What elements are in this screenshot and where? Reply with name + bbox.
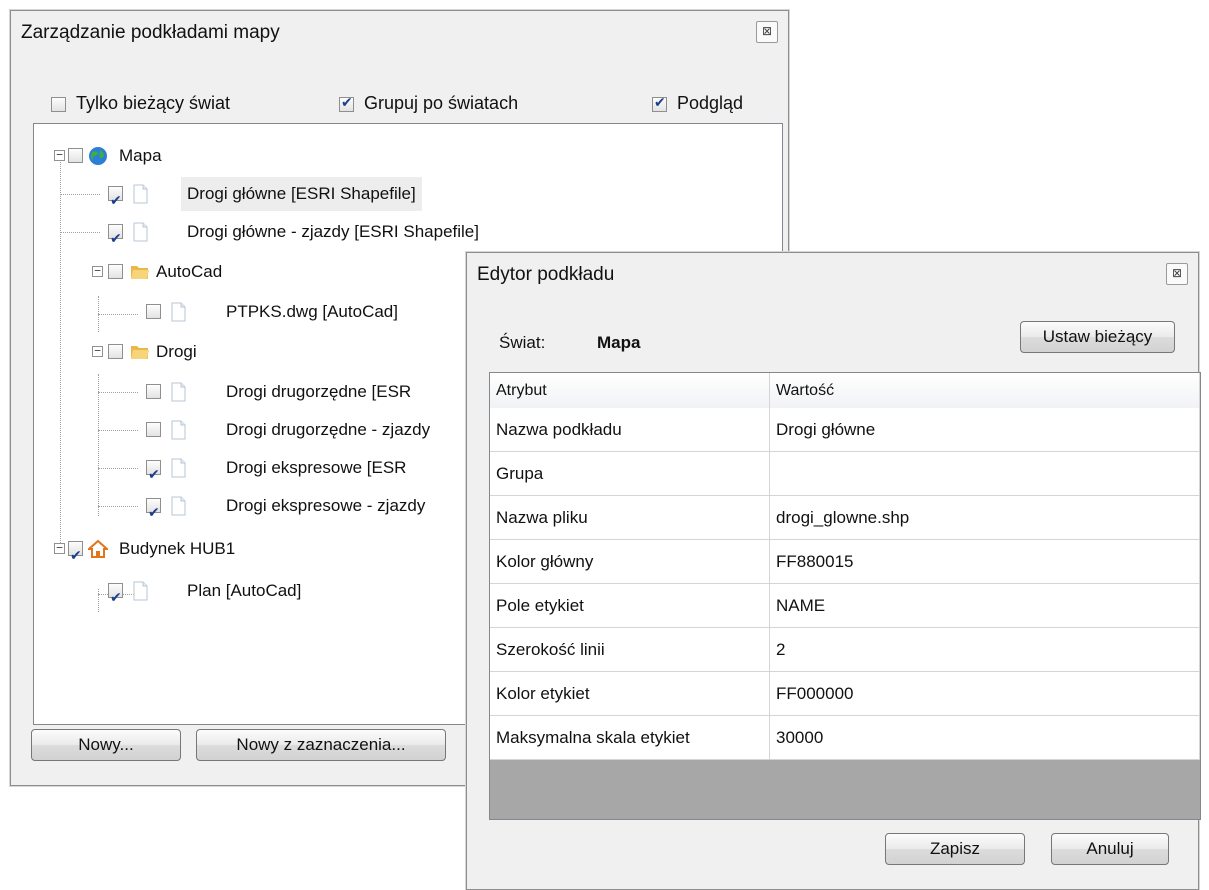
house-icon [88, 539, 108, 558]
tree-node-layer[interactable]: Drogi główne [ESRI Shapefile] [34, 177, 782, 218]
tree-checkbox[interactable] [108, 264, 123, 279]
tree-checkbox[interactable] [68, 539, 83, 573]
option-label: Tylko bieżący świat [76, 93, 231, 113]
attribute-value[interactable] [770, 452, 1200, 496]
tree-node-label: Drogi główne - zjazdy [ESRI Shapefile] [187, 222, 479, 241]
layer-editor-window: Edytor podkładu ⊠ Świat: Mapa Ustaw bież… [466, 252, 1201, 890]
collapse-toggle[interactable]: − [92, 265, 103, 277]
checkbox-preview[interactable] [652, 95, 667, 112]
option-current-world-only[interactable]: Tylko bieżący świat [51, 93, 230, 114]
file-icon [171, 302, 186, 322]
table-row[interactable]: Szerokość linii 2 [490, 628, 1200, 672]
attribute-grid[interactable]: Atrybut Wartość Nazwa podkładu Drogi głó… [489, 372, 1201, 820]
attribute-value[interactable]: FF880015 [770, 540, 1200, 584]
attribute-value[interactable]: Drogi główne [770, 408, 1200, 452]
tree-node-group-autocad[interactable]: − AutoCad [34, 255, 434, 289]
tree-checkbox[interactable] [146, 384, 161, 399]
tree-node-label: Drogi [156, 342, 197, 361]
file-icon [171, 496, 186, 516]
attribute-name: Grupa [490, 452, 770, 496]
attribute-value[interactable]: drogi_glowne.shp [770, 496, 1200, 540]
attribute-name: Szerokość linii [490, 628, 770, 672]
attribute-name: Nazwa pliku [490, 496, 770, 540]
window-title: Edytor podkładu [477, 264, 615, 285]
attribute-name: Kolor etykiet [490, 672, 770, 716]
save-button[interactable]: Zapisz [885, 833, 1025, 865]
tree-node-building[interactable]: − Budynek HUB1 [34, 532, 434, 573]
tree-node-layer[interactable]: Drogi główne - zjazdy [ESRI Shapefile] [34, 215, 782, 256]
grid-header: Atrybut Wartość [490, 373, 1200, 409]
tree-node-label: Mapa [119, 146, 162, 165]
tree-checkbox[interactable] [108, 222, 123, 256]
tree-checkbox[interactable] [108, 581, 123, 615]
file-icon [133, 581, 148, 601]
folder-icon [131, 266, 149, 279]
attribute-name: Maksymalna skala etykiet [490, 716, 770, 760]
tree-node-label: Drogi drugorzędne - zjazdy [226, 420, 431, 439]
column-header-attribute[interactable]: Atrybut [490, 373, 770, 408]
tree-checkbox[interactable] [108, 184, 123, 218]
option-group-by-world[interactable]: Grupuj po światach [339, 93, 518, 114]
file-icon [133, 184, 148, 204]
checkbox-current-world-only[interactable] [51, 96, 66, 112]
tree-checkbox[interactable] [146, 458, 161, 492]
folder-icon [131, 346, 149, 359]
tree-node-label: Drogi główne [ESRI Shapefile] [181, 177, 422, 211]
tree-checkbox[interactable] [68, 148, 83, 163]
collapse-toggle[interactable]: − [92, 345, 103, 357]
column-header-value[interactable]: Wartość [770, 373, 1200, 408]
file-icon [171, 420, 186, 440]
set-current-button[interactable]: Ustaw bieżący [1020, 321, 1175, 353]
collapse-toggle[interactable]: − [54, 542, 65, 554]
tree-checkbox[interactable] [146, 304, 161, 319]
tree-node-label: Budynek HUB1 [119, 539, 236, 558]
new-from-selection-button[interactable]: Nowy z zaznaczenia... [196, 729, 446, 761]
table-row[interactable]: Maksymalna skala etykiet 30000 [490, 716, 1200, 760]
tree-node-label: Drogi drugorzędne [ESR [226, 382, 412, 401]
globe-icon [89, 147, 107, 165]
attribute-name: Pole etykiet [490, 584, 770, 628]
tree-node-group-drogi[interactable]: − Drogi [34, 335, 434, 369]
attribute-value[interactable]: NAME [770, 584, 1200, 628]
world-label: Świat: [499, 333, 546, 352]
world-value: Mapa [597, 333, 641, 352]
table-row[interactable]: Nazwa pliku drogi_glowne.shp [490, 496, 1200, 540]
tree-node-label: Drogi ekspresowe - zjazdy [226, 496, 426, 515]
table-row[interactable]: Kolor główny FF880015 [490, 540, 1200, 584]
close-button[interactable]: ⊠ [1166, 263, 1188, 285]
tree-checkbox[interactable] [108, 344, 123, 359]
tree-checkbox[interactable] [146, 422, 161, 437]
option-label: Podgląd [677, 93, 744, 113]
checkbox-group-by-world[interactable] [339, 95, 354, 112]
tree-checkbox[interactable] [146, 496, 161, 530]
tree-node-label: Drogi ekspresowe [ESR [226, 458, 407, 477]
cancel-button[interactable]: Anuluj [1051, 833, 1169, 865]
attribute-name: Kolor główny [490, 540, 770, 584]
tree-node-label: AutoCad [156, 262, 223, 281]
table-row[interactable]: Nazwa podkładu Drogi główne [490, 408, 1200, 452]
attribute-value[interactable]: FF000000 [770, 672, 1200, 716]
attribute-name: Nazwa podkładu [490, 408, 770, 452]
tree-node-label: PTPKS.dwg [AutoCad] [226, 302, 398, 321]
new-button[interactable]: Nowy... [31, 729, 181, 761]
table-row[interactable]: Kolor etykiet FF000000 [490, 672, 1200, 716]
table-row[interactable]: Grupa [490, 452, 1200, 496]
tree-node-mapa[interactable]: − Mapa [34, 139, 434, 173]
table-row[interactable]: Pole etykiet NAME [490, 584, 1200, 628]
option-preview[interactable]: Podgląd [652, 93, 743, 114]
collapse-toggle[interactable]: − [54, 149, 65, 161]
window-title: Zarządzanie podkładami mapy [21, 22, 280, 43]
tree-node-label: Plan [AutoCad] [187, 581, 302, 600]
close-button[interactable]: ⊠ [756, 21, 778, 43]
attribute-value[interactable]: 2 [770, 628, 1200, 672]
option-label: Grupuj po światach [364, 93, 519, 113]
file-icon [171, 458, 186, 478]
file-icon [133, 222, 148, 242]
file-icon [171, 382, 186, 402]
attribute-value[interactable]: 30000 [770, 716, 1200, 760]
